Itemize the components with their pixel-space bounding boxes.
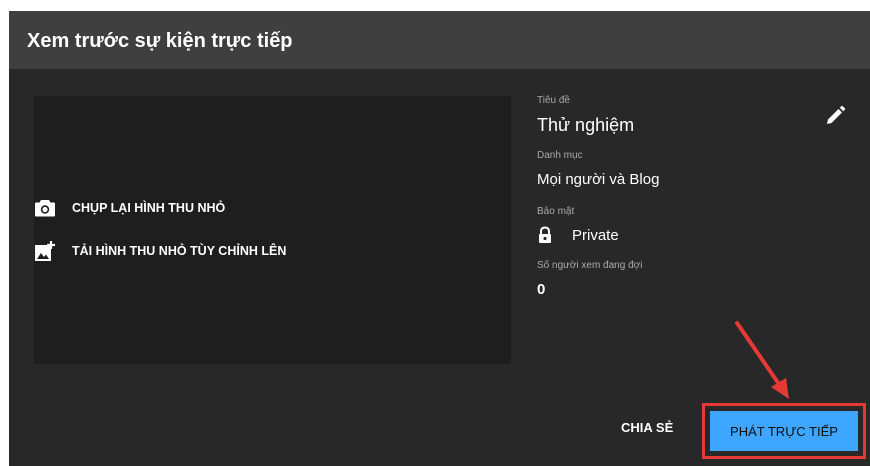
thumbnail-preview: [34, 96, 511, 364]
pencil-icon: [824, 105, 846, 131]
go-live-button[interactable]: PHÁT TRỰC TIẾP: [710, 411, 858, 451]
title-label: Tiêu đề: [537, 95, 570, 106]
privacy-value: Private: [572, 226, 619, 244]
live-preview-dialog: Xem trước sự kiện trực tiếp CHỤP LẠI HÌN…: [9, 11, 870, 466]
lock-icon: [538, 226, 554, 244]
viewers-value: 0: [537, 281, 546, 298]
annotation-arrow: [735, 321, 789, 399]
capture-thumbnail-button[interactable]: CHỤP LẠI HÌNH THU NHỎ: [34, 196, 225, 220]
privacy-label: Bảo mật: [537, 206, 575, 217]
privacy-value-row: Private: [537, 226, 619, 244]
edit-button[interactable]: [824, 105, 846, 127]
viewers-label: Số người xem đang đợi: [537, 260, 643, 271]
camera-icon: [34, 197, 56, 219]
upload-thumbnail-button[interactable]: TẢI HÌNH THU NHỎ TÙY CHỈNH LÊN: [34, 239, 286, 263]
upload-thumbnail-label: TẢI HÌNH THU NHỎ TÙY CHỈNH LÊN: [72, 244, 287, 258]
add-photo-icon: [34, 240, 56, 262]
capture-thumbnail-label: CHỤP LẠI HÌNH THU NHỎ: [72, 201, 226, 215]
title-value: Thử nghiệm: [537, 115, 635, 135]
dialog-header: Xem trước sự kiện trực tiếp: [9, 11, 870, 69]
category-value: Mọi người và Blog: [537, 171, 660, 188]
dialog-title: Xem trước sự kiện trực tiếp: [27, 30, 293, 52]
share-button[interactable]: CHIA SẺ: [621, 420, 673, 435]
category-label: Danh mục: [537, 150, 583, 161]
